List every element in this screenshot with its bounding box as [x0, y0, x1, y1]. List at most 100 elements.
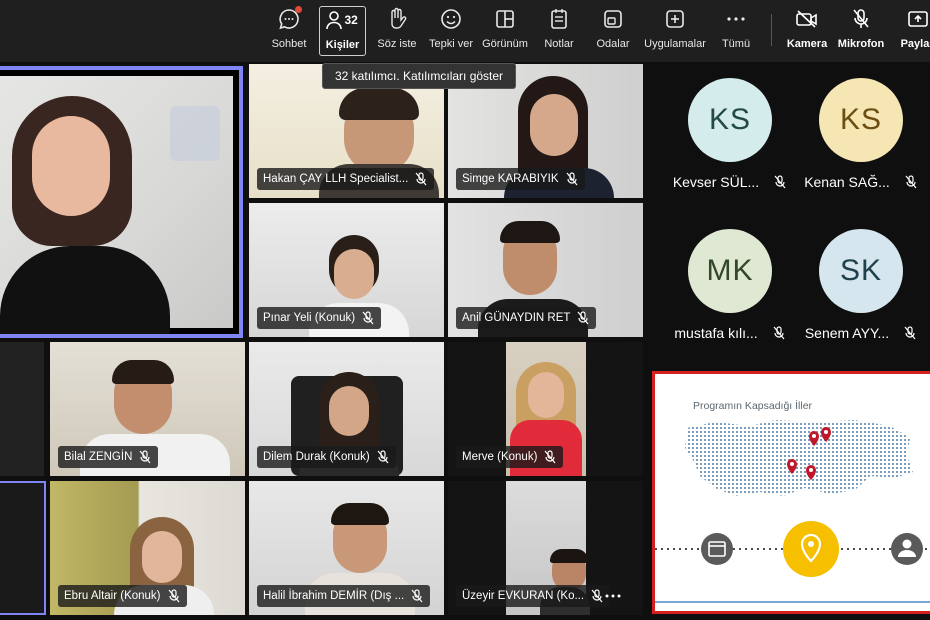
avatar-name: Kevser SÜL...: [672, 174, 760, 190]
more-label: Tümü: [721, 38, 751, 50]
avatar-name-row: Kenan SAĞ...: [804, 174, 918, 190]
participant-name-tag: Pınar Yeli (Konuk): [257, 307, 382, 329]
participant-name-tag: Ebru Altair (Konuk): [58, 585, 187, 607]
mic-muted-icon: [411, 589, 423, 603]
apps-label: Uygulamalar: [644, 38, 706, 50]
participant-name-tag: Bilal ZENGİN: [58, 446, 159, 468]
avatar-tile[interactable]: SK Senem AYY...: [796, 229, 926, 369]
unread-badge: [295, 6, 302, 13]
avatar-name: Senem AYY...: [804, 325, 890, 341]
share-label: Paylaş: [900, 38, 930, 50]
mic-muted-icon: [774, 175, 786, 189]
participant-name-tag: Hakan ÇAY LLH Specialist...: [257, 168, 435, 190]
participant-name: Simge KARABIYIK: [462, 173, 559, 185]
participant-tile[interactable]: Üzeyir EVKURAN (Ko...: [448, 481, 643, 615]
participant-tile[interactable]: Merve (Konuk): [448, 342, 643, 476]
shared-content-title: Programın Kapsadığı İller: [693, 400, 813, 412]
rooms-label: Odalar: [596, 38, 630, 50]
avatar-name-row: mustafa kılı...: [674, 325, 785, 341]
camera-label: Kamera: [786, 38, 828, 50]
active-speaker-tile[interactable]: [0, 66, 243, 338]
chat-label: Sohbet: [271, 38, 307, 50]
avatar: MK: [688, 229, 772, 313]
speaker-video: [0, 76, 233, 334]
participant-name: Hakan ÇAY LLH Specialist...: [263, 173, 409, 185]
notes-button[interactable]: Notlar: [543, 6, 575, 56]
participant-name: Merve (Konuk): [462, 451, 538, 463]
shared-content-tile[interactable]: Programın Kapsadığı İller: [652, 371, 930, 614]
tile-more-options-icon[interactable]: [605, 585, 621, 603]
participant-name: Pınar Yeli (Konuk): [263, 312, 356, 324]
react-label: Tepki ver: [428, 38, 474, 50]
mic-muted-icon: [415, 172, 427, 186]
people-icon: 32: [325, 7, 360, 33]
people-button[interactable]: 32 Kişiler: [319, 6, 366, 56]
participant-tile[interactable]: Anil GÜNAYDIN RET: [448, 203, 643, 337]
rooms-button[interactable]: Odalar: [596, 6, 630, 56]
mic-button[interactable]: Mikrofon: [838, 6, 884, 56]
camera-off-icon: [794, 6, 820, 32]
react-button[interactable]: Tepki ver: [428, 6, 474, 56]
people-label: Kişiler: [325, 39, 360, 51]
avatar-tile[interactable]: MK mustafa kılı...: [665, 229, 795, 369]
notes-icon: [546, 6, 572, 32]
participant-count: 32: [344, 13, 358, 27]
chat-button[interactable]: Sohbet: [268, 6, 310, 56]
partial-tile-left[interactable]: [0, 342, 44, 476]
participant-tile[interactable]: Pınar Yeli (Konuk): [249, 203, 444, 337]
mic-muted-icon: [544, 450, 556, 464]
chat-icon: [276, 6, 302, 32]
mic-muted-icon: [377, 450, 389, 464]
avatar: SK: [819, 229, 903, 313]
share-button[interactable]: Paylaş: [898, 6, 930, 56]
meeting-toolbar: Sohbet 32 Kişiler Söz iste Tepki ver Gör…: [0, 0, 930, 62]
participant-name-tag: Üzeyir EVKURAN (Ko...: [456, 585, 611, 607]
avatar-name: Kenan SAĞ...: [804, 174, 890, 190]
participant-tile[interactable]: Ebru Altair (Konuk): [50, 481, 245, 615]
mic-muted-icon: [362, 311, 374, 325]
avatar: KS: [688, 78, 772, 162]
participant-name-tag: Simge KARABIYIK: [456, 168, 585, 190]
participant-name: Dilem Durak (Konuk): [263, 451, 370, 463]
participant-name: Anil GÜNAYDIN RET: [462, 312, 571, 324]
people-tooltip: 32 katılımcı. Katılımcıları göster: [322, 63, 517, 89]
raise-hand-label: Söz iste: [377, 38, 417, 50]
view-label: Görünüm: [482, 38, 528, 50]
avatar: KS: [819, 78, 903, 162]
participant-name: Bilal ZENGİN: [64, 451, 133, 463]
raise-hand-icon: [384, 6, 410, 32]
avatar-tile[interactable]: KS Kevser SÜL...: [665, 78, 795, 218]
mic-muted-icon: [905, 175, 917, 189]
toolbar-divider: [771, 14, 772, 46]
rooms-icon: [600, 6, 626, 32]
mic-muted-icon: [139, 450, 151, 464]
participant-tile[interactable]: Dilem Durak (Konuk): [249, 342, 444, 476]
mic-off-icon: [848, 6, 874, 32]
avatar-tile[interactable]: KS Kenan SAĞ...: [796, 78, 926, 218]
more-icon: [723, 6, 749, 32]
mic-muted-icon: [566, 172, 577, 186]
mic-label: Mikrofon: [837, 38, 885, 50]
participant-tile[interactable]: Halil İbrahim DEMİR (Dış ...: [249, 481, 444, 615]
turkey-dot-map: [655, 420, 930, 603]
apps-icon: [662, 6, 688, 32]
more-button[interactable]: Tümü: [720, 6, 752, 56]
calendar-icon: [701, 533, 733, 565]
participant-name-tag: Merve (Konuk): [456, 446, 564, 468]
mic-muted-icon: [773, 326, 785, 340]
participant-tile[interactable]: Bilal ZENGİN: [50, 342, 245, 476]
mic-muted-icon: [591, 589, 603, 603]
view-button[interactable]: Görünüm: [481, 6, 529, 56]
participant-name: Halil İbrahim DEMİR (Dış ...: [263, 590, 405, 602]
raise-hand-button[interactable]: Söz iste: [377, 6, 417, 56]
person-icon: [891, 533, 923, 565]
participant-name-tag: Dilem Durak (Konuk): [257, 446, 396, 468]
camera-button[interactable]: Kamera: [787, 6, 827, 56]
avatar-name: mustafa kılı...: [674, 325, 758, 341]
avatar-name-row: Senem AYY...: [805, 325, 917, 341]
location-pin-icon: [783, 521, 839, 577]
partial-tile-left-selected[interactable]: [0, 481, 46, 615]
participant-name: Ebru Altair (Konuk): [64, 590, 161, 602]
notes-label: Notlar: [544, 38, 574, 50]
apps-button[interactable]: Uygulamalar: [644, 6, 706, 56]
